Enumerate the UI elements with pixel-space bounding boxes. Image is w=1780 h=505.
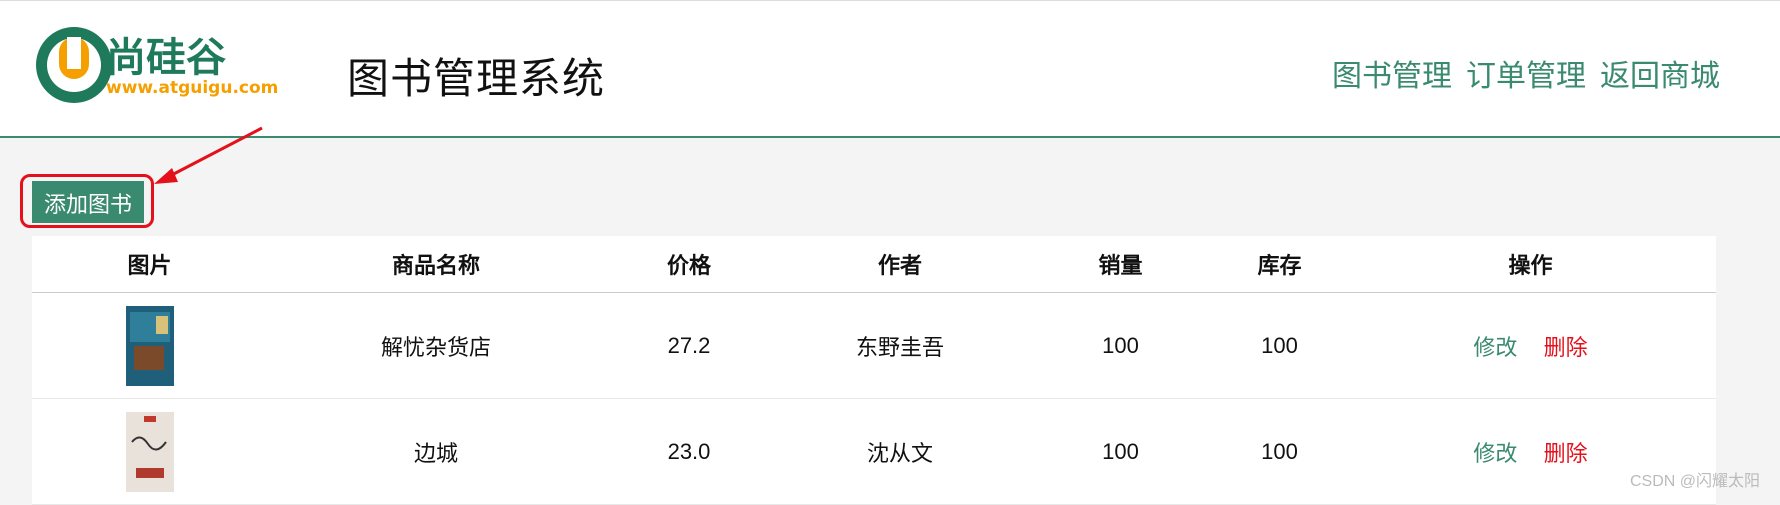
column-header-stock: 库存 bbox=[1214, 236, 1345, 293]
page-header: 尚硅谷 www.atguigu.com 图书管理系统 图书管理 订单管理 返回商… bbox=[0, 0, 1780, 138]
logo-url-text: www.atguigu.com bbox=[106, 78, 278, 98]
book-cover-image bbox=[125, 305, 174, 386]
atguigu-logo[interactable]: 尚硅谷 www.atguigu.com bbox=[34, 25, 304, 109]
book-table: 图片 商品名称 价格 作者 销量 库存 操作 解忧杂货店 27.2 东野圭吾 1… bbox=[32, 236, 1716, 505]
book-name: 边城 bbox=[267, 398, 605, 505]
nav-book-management[interactable]: 图书管理 bbox=[1332, 51, 1452, 95]
annotation-arrow-icon bbox=[154, 126, 263, 184]
book-cover-image bbox=[125, 411, 174, 492]
nav-order-management[interactable]: 订单管理 bbox=[1466, 51, 1586, 95]
watermark-text: CSDN @闪耀太阳 bbox=[1629, 473, 1760, 490]
column-header-name: 商品名称 bbox=[267, 236, 605, 293]
book-sales: 100 bbox=[1027, 398, 1214, 505]
actions-cell: 修改 删除 bbox=[1345, 292, 1716, 399]
column-header-image: 图片 bbox=[32, 236, 267, 293]
table-row: 边城 23.0 沈从文 100 100 修改 删除 bbox=[32, 398, 1716, 505]
add-book-button[interactable]: 添加图书 bbox=[32, 181, 145, 223]
top-nav: 图书管理 订单管理 返回商城 bbox=[1332, 51, 1720, 95]
logo-text: 尚硅谷 bbox=[106, 35, 226, 81]
book-sales: 100 bbox=[1027, 292, 1214, 399]
book-table-container: 图片 商品名称 价格 作者 销量 库存 操作 解忧杂货店 27.2 东野圭吾 1… bbox=[32, 236, 1716, 505]
book-author: 沈从文 bbox=[773, 398, 1027, 505]
book-image-cell bbox=[32, 292, 267, 399]
table-header-row: 图片 商品名称 价格 作者 销量 库存 操作 bbox=[32, 236, 1716, 293]
logo-graphic: 尚硅谷 www.atguigu.com bbox=[36, 27, 278, 103]
book-price: 23.0 bbox=[605, 398, 773, 505]
book-name: 解忧杂货店 bbox=[267, 292, 605, 399]
book-stock: 100 bbox=[1214, 398, 1345, 505]
table-row: 解忧杂货店 27.2 东野圭吾 100 100 修改 删除 bbox=[32, 292, 1716, 399]
delete-link[interactable]: 删除 bbox=[1544, 335, 1588, 360]
column-header-sales: 销量 bbox=[1027, 236, 1214, 293]
book-image-cell bbox=[32, 398, 267, 505]
column-header-author: 作者 bbox=[773, 236, 1027, 293]
column-header-actions: 操作 bbox=[1345, 236, 1716, 293]
nav-back-to-store[interactable]: 返回商城 bbox=[1600, 51, 1720, 95]
book-author: 东野圭吾 bbox=[773, 292, 1027, 399]
book-stock: 100 bbox=[1214, 292, 1345, 399]
column-header-price: 价格 bbox=[605, 236, 773, 293]
delete-link[interactable]: 删除 bbox=[1544, 441, 1588, 466]
edit-link[interactable]: 修改 bbox=[1473, 441, 1517, 466]
system-title: 图书管理系统 bbox=[347, 55, 606, 102]
book-price: 27.2 bbox=[605, 292, 773, 399]
edit-link[interactable]: 修改 bbox=[1473, 335, 1517, 360]
